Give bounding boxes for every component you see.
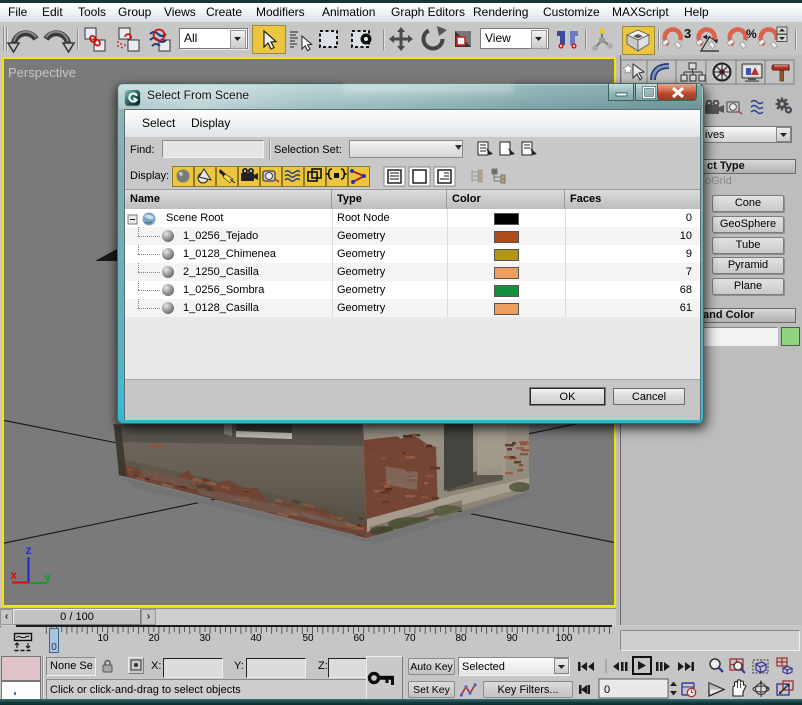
svg-text:%: % <box>746 27 757 41</box>
svg-text:40: 40 <box>250 633 262 644</box>
svg-text:10: 10 <box>97 633 109 644</box>
svg-text:0: 0 <box>604 684 610 696</box>
svg-text:80: 80 <box>455 633 467 644</box>
svg-text:x: x <box>10 569 17 583</box>
svg-text:30: 30 <box>199 633 211 644</box>
svg-text:90: 90 <box>506 633 518 644</box>
svg-text:50: 50 <box>302 633 314 644</box>
svg-text:y: y <box>44 571 51 585</box>
svg-text:0: 0 <box>51 642 57 653</box>
svg-text:60: 60 <box>353 633 365 644</box>
svg-text:100: 100 <box>556 633 573 644</box>
svg-text:70: 70 <box>404 633 416 644</box>
svg-text:20: 20 <box>148 633 160 644</box>
svg-text:3: 3 <box>684 26 691 41</box>
svg-text:z: z <box>25 544 32 558</box>
